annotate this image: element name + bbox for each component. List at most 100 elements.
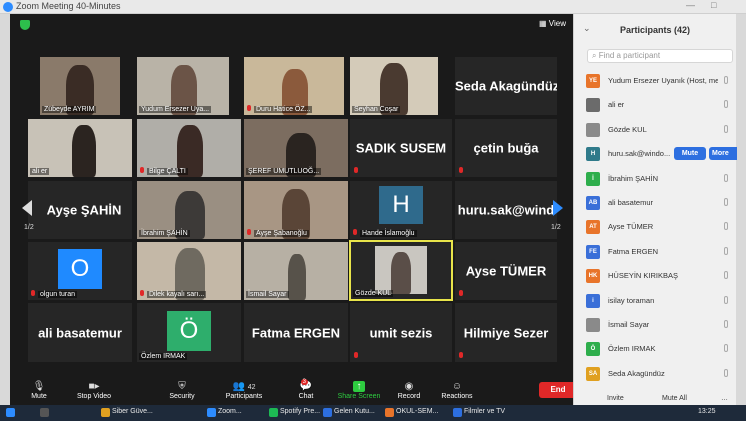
view-button[interactable]: ▦ View xyxy=(539,19,566,28)
search-icon[interactable] xyxy=(40,408,49,417)
reactions-button[interactable]: ☺ Reactions xyxy=(440,379,474,400)
participant-search-input[interactable]: ⌕ Find a participant xyxy=(587,49,733,63)
video-tile[interactable]: Duru Hatice ÖZ... xyxy=(244,57,344,115)
reactions-label: Reactions xyxy=(441,393,473,400)
participant-row[interactable]: SA Seda Akagündüz xyxy=(574,362,737,386)
taskbar-item[interactable]: Spotify Pre... xyxy=(280,408,320,415)
end-meeting-button[interactable]: End xyxy=(539,382,577,398)
participant-row[interactable]: İsmail Sayar xyxy=(574,313,737,337)
taskbar-item[interactable]: Siber Güve... xyxy=(112,408,153,415)
participant-name: Fatma ERGEN xyxy=(608,246,659,256)
next-page-arrow-icon[interactable] xyxy=(553,200,563,216)
tile-label: İbrahim ŞAHİN xyxy=(139,230,190,237)
video-tile[interactable]: Yudum Ersezer Uya... xyxy=(137,57,229,115)
microphone-icon[interactable] xyxy=(724,344,728,353)
video-tile[interactable]: Ayşe ŞAHİN xyxy=(28,181,132,239)
reactions-icon: ☺ xyxy=(451,381,463,392)
microphone-icon[interactable] xyxy=(724,295,728,304)
participant-row[interactable]: Ö Özlem IRMAK xyxy=(574,337,737,361)
chat-button[interactable]: 💬 3 Chat xyxy=(294,379,318,400)
microphone-icon[interactable] xyxy=(724,124,728,133)
microphone-icon[interactable] xyxy=(724,100,728,109)
mute-all-button[interactable]: Mute All xyxy=(662,395,687,402)
record-label: Record xyxy=(397,393,421,400)
tile-label: Özlem IRMAK xyxy=(139,353,188,360)
microphone-icon[interactable] xyxy=(724,368,728,377)
participant-mute-button[interactable]: Mute xyxy=(674,147,706,161)
taskbar-item[interactable]: OKUL-SEM... xyxy=(396,408,438,415)
video-tile[interactable]: Fatma ERGEN xyxy=(244,303,348,362)
participant-row[interactable]: FE Fatma ERGEN xyxy=(574,240,737,264)
video-tile[interactable]: İsmail Sayar xyxy=(244,242,348,300)
muted-mic-icon xyxy=(458,290,464,298)
taskbar-app-icon xyxy=(385,408,394,417)
microphone-icon[interactable] xyxy=(724,246,728,255)
microphone-icon[interactable] xyxy=(724,222,728,231)
participants-button[interactable]: 👥 42 Participants xyxy=(222,379,266,400)
invite-button[interactable]: Invite xyxy=(607,395,624,402)
participant-row[interactable]: YE Yudum Ersezer Uyanık (Host, me) xyxy=(574,69,737,93)
tile-name: Hilmiye Sezer xyxy=(463,325,549,340)
participant-row[interactable]: Gözde KUL xyxy=(574,118,737,142)
video-tile[interactable]: Bilge ÇALTI xyxy=(137,119,241,177)
participant-row[interactable]: HK HÜSEYİN KIRIKBAŞ xyxy=(574,264,737,288)
video-tile[interactable]: Ayse TÜMER xyxy=(455,242,557,300)
microphone-icon[interactable] xyxy=(724,173,728,182)
encryption-shield-icon[interactable] xyxy=(20,20,30,30)
participant-avatar: Ö xyxy=(167,311,211,351)
participant-name: İsmail Sayar xyxy=(608,319,650,329)
taskbar-app-icon xyxy=(453,408,462,417)
video-tile[interactable]: SADIK SUSEM xyxy=(350,119,452,177)
participant-row[interactable]: i isilay toraman xyxy=(574,289,737,313)
taskbar-item[interactable]: Zoom... xyxy=(218,408,242,415)
maximize-icon[interactable]: □ xyxy=(711,0,716,10)
stop-video-button[interactable]: ■▸ Stop Video xyxy=(74,379,114,400)
participant-name: ali er xyxy=(608,100,625,110)
participant-name: Yudum Ersezer Uyanık (Host, me) xyxy=(608,76,718,85)
security-button[interactable]: ⛨ Security xyxy=(166,379,198,400)
video-tile[interactable]: Zübeyde AYRIM xyxy=(40,57,120,115)
participant-row[interactable]: AT Ayse TÜMER xyxy=(574,215,737,239)
windows-start-icon[interactable] xyxy=(6,408,15,417)
video-tile[interactable]: huru.sak@wind xyxy=(455,181,557,239)
video-tile[interactable]: ŞEREF UMUTLUOĞ... xyxy=(244,119,348,177)
minimize-icon[interactable]: — xyxy=(686,0,695,10)
video-tile[interactable]: Seda Akagündüz xyxy=(455,57,557,115)
video-tile[interactable]: ali er xyxy=(28,119,132,177)
video-tile[interactable]: ali basatemur xyxy=(28,303,132,362)
video-tile[interactable]: Ö Özlem IRMAK xyxy=(137,303,241,362)
participant-row[interactable]: Hhuru.sak@windo... Mute More xyxy=(574,142,737,166)
video-tile[interactable]: Seyhan Coşar xyxy=(350,57,438,115)
video-tile[interactable]: Hilmiye Sezer xyxy=(455,303,557,362)
video-tile[interactable]: H Hande İslamoğlu xyxy=(350,181,452,239)
share-screen-button[interactable]: ↑ Share Screen xyxy=(336,379,382,400)
tile-name: Fatma ERGEN xyxy=(251,325,341,340)
video-tile[interactable]: Ayşe Şabanoğlu xyxy=(244,181,348,239)
participant-avatar: i xyxy=(586,293,600,308)
microphone-icon[interactable] xyxy=(724,76,728,84)
video-tile-active-speaker[interactable]: Gözde KUL xyxy=(349,240,453,301)
video-tile[interactable]: çetin buğa xyxy=(455,119,557,177)
mute-button[interactable]: 🎙 Mute xyxy=(24,379,54,400)
view-button-label: View xyxy=(548,19,566,28)
video-tile[interactable]: Dilek kayalı sarı... xyxy=(137,242,241,300)
record-button[interactable]: ◉ Record xyxy=(396,379,422,400)
taskbar-item[interactable]: Filmler ve TV xyxy=(464,408,505,415)
video-tile[interactable]: umit sezis xyxy=(350,303,452,362)
participant-row[interactable]: İ İbrahim ŞAHİN xyxy=(574,167,737,191)
video-tile[interactable]: O olgun turan xyxy=(28,242,132,300)
participant-row[interactable]: ali er xyxy=(574,93,737,117)
microphone-icon[interactable] xyxy=(724,271,728,280)
participant-row[interactable]: AB ali basatemur xyxy=(574,191,737,215)
microphone-icon[interactable] xyxy=(724,197,728,206)
video-tile[interactable]: İbrahim ŞAHİN xyxy=(137,181,241,239)
microphone-icon[interactable] xyxy=(724,319,728,328)
taskbar-item[interactable]: Gelen Kutu... xyxy=(334,408,375,415)
more-options-icon[interactable]: … xyxy=(721,395,728,402)
participant-more-button[interactable]: More xyxy=(709,147,737,161)
meeting-toolbar: 🎙 Mute ■▸ Stop Video ⛨ Security 👥 42 Par… xyxy=(10,379,577,405)
profile-picture xyxy=(375,246,427,294)
muted-mic-icon xyxy=(139,167,145,175)
participant-avatar xyxy=(586,317,600,332)
previous-page-arrow-icon[interactable] xyxy=(22,200,32,216)
